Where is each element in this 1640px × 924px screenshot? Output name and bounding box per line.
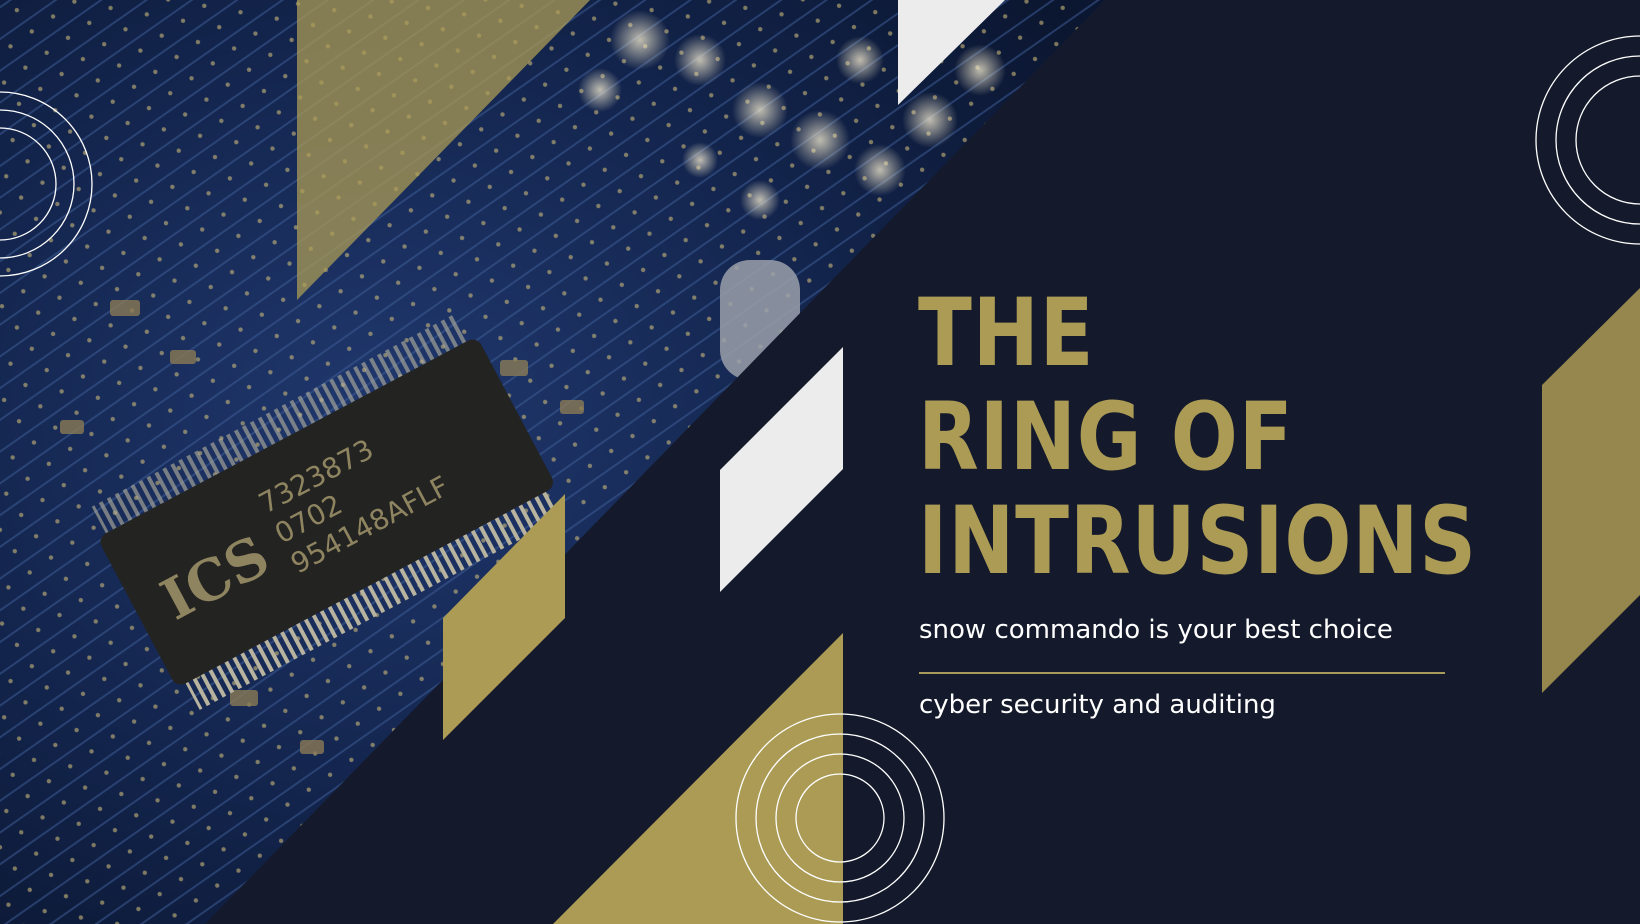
title-line-1: THE xyxy=(918,279,1095,388)
divider-line xyxy=(919,672,1445,674)
title-line-2: RING OF xyxy=(918,383,1294,492)
tagline: cyber security and auditing xyxy=(919,690,1276,720)
title-slide: ICS 7323873 0702 954148AFLF THE RING OF … xyxy=(0,0,1640,924)
slide-title: THE RING OF INTRUSIONS xyxy=(918,282,1478,594)
subtitle: snow commando is your best choice xyxy=(919,615,1393,645)
title-line-3: INTRUSIONS xyxy=(918,487,1477,596)
